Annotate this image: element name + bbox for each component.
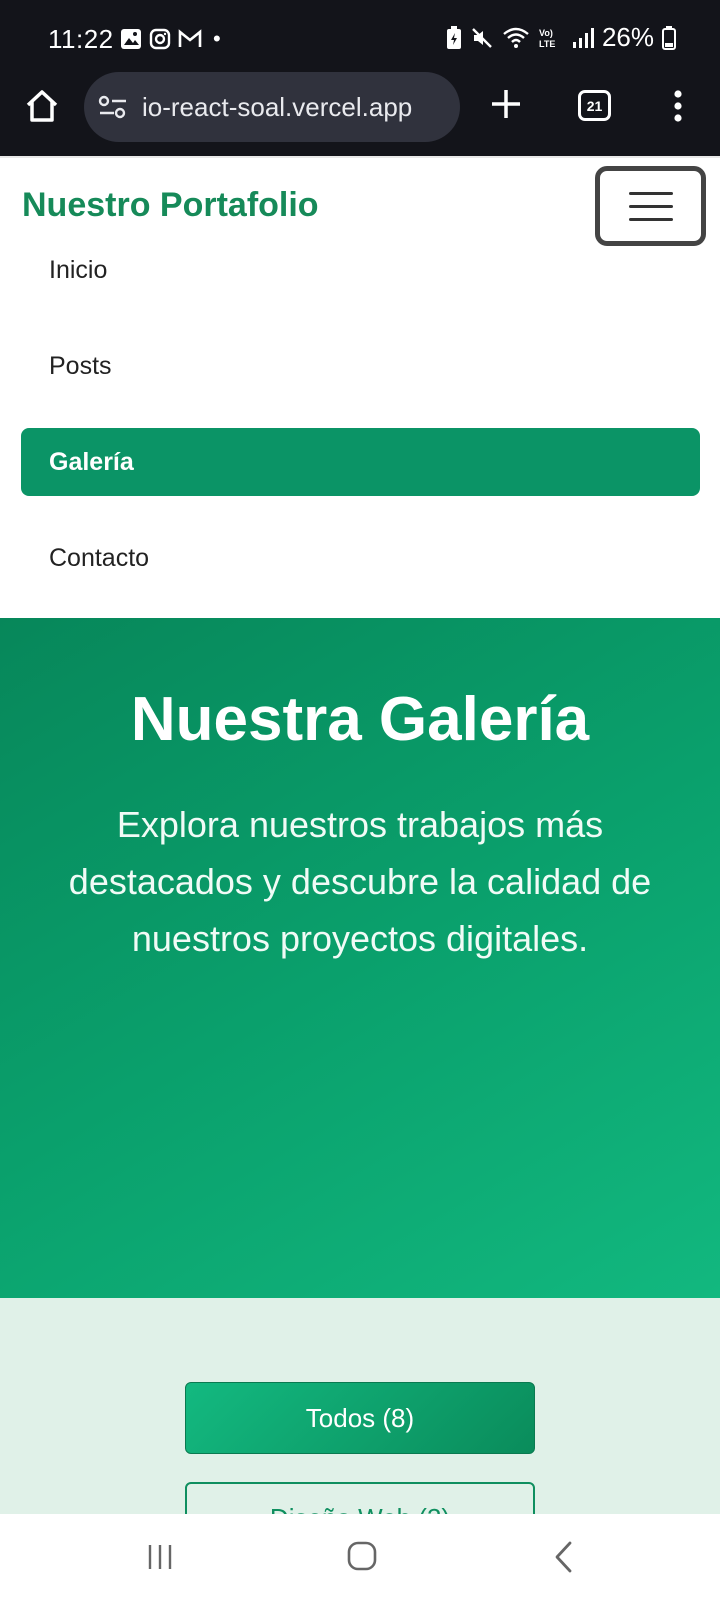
site-settings-icon[interactable]	[98, 93, 128, 121]
system-icons: Vo) LTE 26%	[446, 22, 676, 53]
status-time: 11:22	[48, 24, 114, 54]
navbar-toggler[interactable]	[595, 166, 706, 246]
notification-icons: •	[120, 26, 221, 52]
back-icon[interactable]	[552, 1540, 576, 1574]
battery-icon	[662, 25, 676, 50]
home-icon	[26, 90, 58, 122]
nav-item-galeria[interactable]: Galería	[21, 428, 700, 496]
gmail-icon	[178, 29, 202, 47]
site-navbar: Nuestro Portafolio Inicio Posts Galería …	[0, 156, 720, 618]
tab-count: 21	[586, 97, 603, 114]
android-navigation-bar	[0, 1514, 720, 1600]
hamburger-icon-line	[628, 217, 673, 221]
browser-toolbar: io-react-soal.vercel.app 21	[0, 72, 720, 156]
instagram-icon	[149, 28, 171, 50]
gallery-filters: Todos (8) Diseño Web (3)	[0, 1298, 720, 1554]
nav-item-contacto[interactable]: Contacto	[21, 524, 700, 592]
signal-icon	[572, 27, 594, 48]
recent-apps-icon[interactable]	[146, 1542, 176, 1572]
wifi-icon	[503, 27, 529, 48]
gallery-icon	[121, 29, 141, 49]
svg-text:LTE: LTE	[539, 39, 555, 49]
home-nav-icon[interactable]	[346, 1540, 378, 1572]
hero-title: Nuestra Galería	[130, 685, 590, 754]
volte-icon: Vo)LTE	[539, 28, 555, 49]
brand-logo[interactable]: Nuestro Portafolio	[22, 186, 319, 225]
svg-text:Vo): Vo)	[539, 28, 553, 38]
nav-item-inicio[interactable]: Inicio	[21, 236, 700, 304]
address-bar[interactable]: io-react-soal.vercel.app	[84, 72, 460, 142]
filter-all-button[interactable]: Todos (8)	[185, 1382, 535, 1454]
mute-icon	[472, 27, 492, 48]
plus-icon	[492, 90, 520, 118]
more-vert-icon[interactable]	[668, 86, 688, 126]
home-button[interactable]	[22, 86, 62, 126]
status-bar: 11:22 • Vo) LTE 26%	[0, 0, 720, 80]
hamburger-icon-line	[628, 191, 673, 195]
nav-item-posts[interactable]: Posts	[21, 332, 700, 400]
status-dot: •	[213, 26, 221, 51]
hamburger-icon-line	[628, 204, 673, 208]
hero-description: Explora nuestros trabajos más destacados…	[68, 804, 652, 959]
new-tab-button[interactable]	[486, 84, 526, 124]
battery-percent: 26%	[601, 22, 654, 52]
battery-saver-icon	[446, 25, 461, 49]
hero-section: Nuestra Galería Explora nuestros trabajo…	[0, 618, 720, 1298]
tabs-icon[interactable]: 21	[578, 90, 611, 121]
url-text: io-react-soal.vercel.app	[142, 92, 413, 122]
